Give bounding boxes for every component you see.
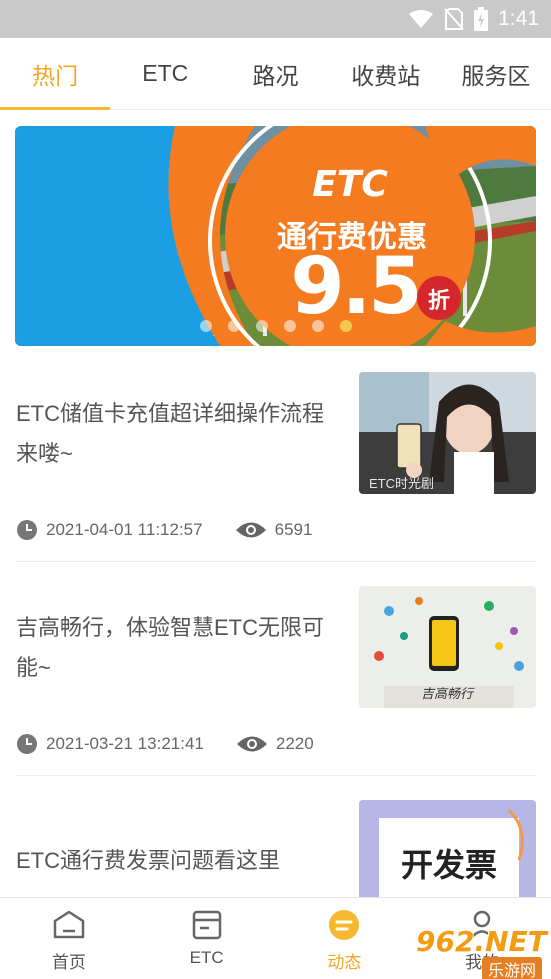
news-thumbnail: 开发票 <box>359 800 536 897</box>
news-title: 吉高畅行，体验智慧ETC无限可能~ <box>16 615 325 680</box>
news-views: 6591 <box>274 520 313 539</box>
divider <box>16 561 536 562</box>
banner-dot[interactable] <box>227 320 240 332</box>
news-views: 2220 <box>275 734 314 753</box>
news-meta: 2021-03-21 13:21:41 2220 <box>16 733 314 755</box>
clock-icon <box>16 519 38 541</box>
no-sim-icon <box>444 8 464 30</box>
nav-label: 动态 <box>327 953 362 972</box>
nav-etc[interactable]: ETC <box>138 898 276 979</box>
tab-hot[interactable]: 热门 <box>0 38 111 110</box>
thumbnail-caption: 开发票 <box>400 846 497 884</box>
eye-icon <box>236 733 268 755</box>
news-item[interactable]: ETC通行费发票问题看这里 开发票 <box>0 800 551 897</box>
news-title: ETC通行费发票问题看这里 <box>16 848 281 873</box>
news-item[interactable]: ETC储值卡充值超详细操作流程来喽~ ETC时光剧 2021-04-01 11:… <box>0 372 551 562</box>
divider <box>16 775 536 776</box>
banner-logo: ETC <box>312 164 388 205</box>
status-icons: 1:41 <box>408 6 539 32</box>
battery-charging-icon <box>474 7 489 31</box>
banner-pagination <box>15 320 536 332</box>
promo-banner[interactable]: ETC 通行费优惠 9.5 折 <box>15 126 536 346</box>
clock-icon <box>16 733 38 755</box>
news-thumbnail: ETC时光剧 <box>359 372 536 494</box>
nav-home[interactable]: 首页 <box>0 898 138 979</box>
news-date: 2021-03-21 13:21:41 <box>46 734 204 753</box>
category-tabs: 热门 ETC 路况 收费站 服务区 <box>0 38 551 110</box>
banner-dot[interactable] <box>311 320 324 332</box>
news-meta: 2021-04-01 11:12:57 6591 <box>16 519 312 541</box>
banner-discount-value: 9.5 <box>290 242 422 332</box>
news-item[interactable]: 吉高畅行，体验智慧ETC无限可能~ 吉高畅行 2021-03-21 13:21:… <box>0 586 551 776</box>
news-icon <box>327 908 361 942</box>
news-thumbnail: 吉高畅行 <box>359 586 536 708</box>
banner-dot[interactable] <box>255 320 268 332</box>
news-date: 2021-04-01 11:12:57 <box>46 520 203 539</box>
watermark-text: 962.NET <box>416 925 547 958</box>
tab-toll-stations[interactable]: 收费站 <box>331 38 441 109</box>
home-icon <box>52 908 86 942</box>
banner-discount-unit: 折 <box>427 289 450 314</box>
watermark-subtext: 乐游网 <box>482 957 543 979</box>
eye-icon <box>235 519 267 541</box>
banner-dot-active[interactable] <box>339 320 352 332</box>
tab-road-conditions[interactable]: 路况 <box>220 38 330 109</box>
banner-dot[interactable] <box>283 320 296 332</box>
news-title: ETC储值卡充值超详细操作流程来喽~ <box>16 401 325 466</box>
nav-label: ETC <box>189 948 224 967</box>
tab-etc[interactable]: ETC <box>110 38 220 109</box>
status-bar: 1:41 <box>0 0 551 38</box>
wifi-icon <box>409 10 434 28</box>
banner-dot[interactable] <box>199 320 212 332</box>
site-watermark: 962.NET 乐游网 <box>412 925 551 979</box>
card-icon <box>191 908 223 942</box>
nav-news[interactable]: 动态 <box>276 898 414 979</box>
nav-label: 首页 <box>51 953 86 972</box>
tab-service-areas[interactable]: 服务区 <box>441 38 551 109</box>
status-time: 1:41 <box>498 7 539 30</box>
thumbnail-caption: 吉高畅行 <box>421 686 474 701</box>
thumbnail-caption: ETC时光剧 <box>369 476 435 491</box>
